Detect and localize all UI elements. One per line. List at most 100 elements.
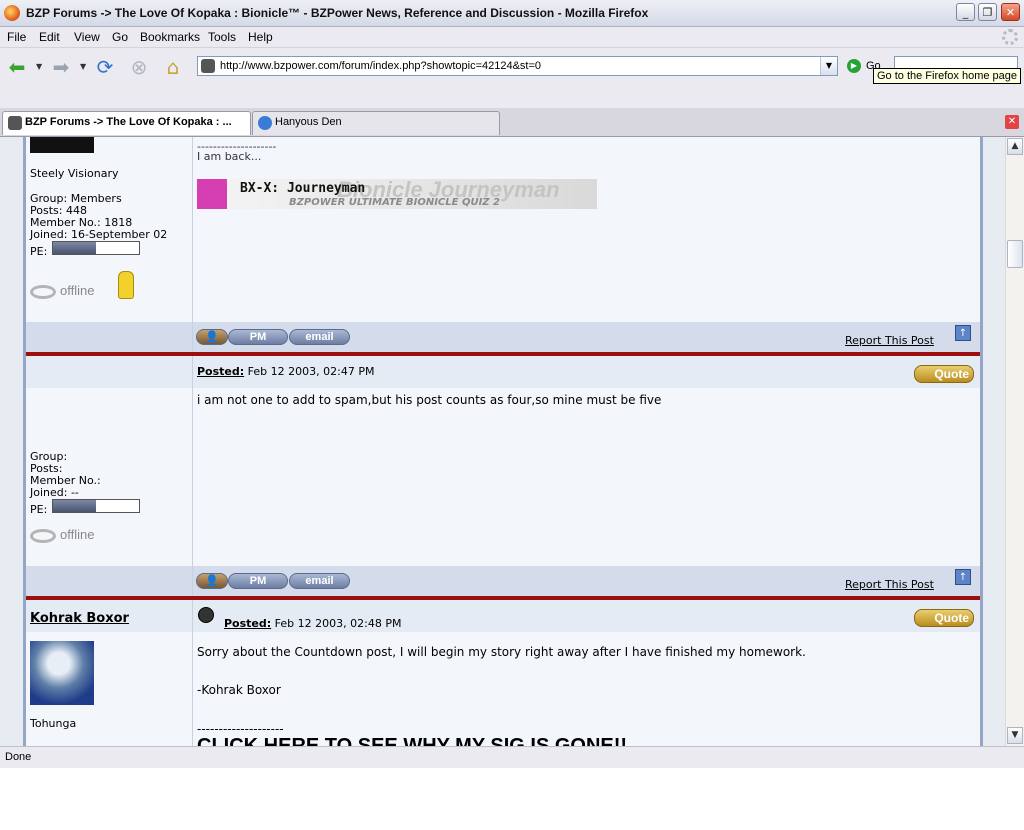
forward-dropdown-icon[interactable]: ▼	[80, 62, 86, 71]
page-viewport: Steely Visionary Group: Members Posts: 4…	[0, 137, 1005, 746]
posted-date: Feb 12 2003, 02:47 PM	[247, 365, 375, 378]
menu-help[interactable]: Help	[248, 30, 273, 44]
email-button[interactable]: email	[289, 329, 350, 345]
post-2-userinfo: Group: Posts: Member No.: Joined: -- PE:…	[26, 388, 193, 566]
sig-text: I am back...	[197, 150, 262, 163]
close-window-button[interactable]: ✕	[1001, 3, 1020, 21]
menu-tools[interactable]: Tools	[208, 30, 236, 44]
menu-go[interactable]: Go	[112, 30, 128, 44]
quiz-banner[interactable]: Bionicle Journeyman BX-X: Journeyman BZP…	[197, 179, 597, 209]
email-button[interactable]: email	[289, 573, 350, 589]
report-post-link[interactable]: Report This Post	[845, 578, 934, 591]
scroll-top-icon[interactable]: ↑	[955, 569, 971, 585]
banner-title: BX-X: Journeyman	[240, 181, 366, 196]
url-dropdown-icon[interactable]: ▼	[820, 57, 837, 75]
window-title: BZP Forums -> The Love Of Kopaka : Bioni…	[26, 6, 649, 20]
reload-icon[interactable]: ⟳	[92, 54, 118, 80]
info-icon	[258, 116, 272, 130]
back-arrow-icon[interactable]: ⬅	[4, 54, 30, 80]
bzp-favicon-icon	[8, 116, 22, 130]
status-bar: Done	[0, 746, 1024, 768]
posted-date: Feb 12 2003, 02:48 PM	[274, 617, 402, 630]
offline-status: offline	[30, 283, 94, 299]
vertical-scrollbar[interactable]: ▲ ▼	[1005, 137, 1024, 746]
post-2-header: Posted: Feb 12 2003, 02:47 PM Quote	[26, 356, 980, 388]
member-joined: Joined: 16-September 02	[30, 228, 168, 241]
member-joined: Joined: --	[30, 486, 79, 499]
action-row-spacer	[26, 322, 193, 352]
menu-bar: File Edit View Go Bookmarks Tools Help	[0, 27, 1024, 48]
posted-label: Posted:	[224, 617, 272, 630]
maximize-button[interactable]: ❐	[978, 3, 997, 21]
avatar[interactable]	[30, 641, 94, 705]
status-text: Done	[5, 751, 32, 763]
post-3-header: Kohrak Boxor Posted: Feb 12 2003, 02:48 …	[26, 600, 980, 632]
profile-button[interactable]: 👤	[196, 329, 228, 345]
pm-button[interactable]: PM	[228, 573, 288, 589]
quote-button[interactable]: Quote	[914, 609, 974, 627]
tab-label: BZP Forums -> The Love Of Kopaka : ...	[25, 116, 232, 128]
forward-arrow-icon[interactable]: ➡	[48, 54, 74, 80]
offline-icon	[30, 284, 56, 299]
menu-file[interactable]: File	[7, 30, 26, 44]
throbber-icon	[1002, 29, 1018, 45]
page-left-frame	[0, 137, 26, 746]
banner-subtitle: BZPOWER ULTIMATE BIONICLE QUIZ 2	[289, 197, 500, 208]
post-date: Posted: Feb 12 2003, 02:48 PM	[224, 617, 401, 630]
home-tooltip: Go to the Firefox home page	[873, 68, 1022, 84]
window-titlebar: BZP Forums -> The Love Of Kopaka : Bioni…	[0, 0, 1024, 27]
offline-icon	[30, 528, 56, 543]
url-text: http://www.bzpower.com/forum/index.php?s…	[220, 60, 542, 72]
close-tab-icon[interactable]: ✕	[1005, 115, 1019, 129]
author-name[interactable]: Kohrak Boxor	[30, 611, 129, 626]
page-right-frame	[980, 137, 1005, 746]
back-dropdown-icon[interactable]: ▼	[36, 62, 42, 71]
menu-view[interactable]: View	[74, 30, 100, 44]
scroll-top-icon[interactable]: ↑	[955, 325, 971, 341]
scroll-up-icon[interactable]: ▲	[1007, 138, 1023, 155]
online-status-icon	[198, 607, 214, 623]
pe-bar-fill	[53, 242, 96, 254]
minimize-button[interactable]: _	[956, 3, 975, 21]
offline-label: offline	[60, 527, 95, 542]
offline-label: offline	[60, 283, 95, 298]
offline-status: offline	[30, 527, 94, 543]
tab-bar: BZP Forums -> The Love Of Kopaka : ... H…	[0, 108, 1024, 137]
sig-link[interactable]: CLICK HERE TO SEE WHY MY SIG IS GONE!!	[197, 735, 627, 746]
post-1-userinfo: Steely Visionary Group: Members Posts: 4…	[26, 137, 193, 322]
pe-label: PE:	[30, 245, 48, 258]
pe-bar-fill	[53, 500, 96, 512]
go-icon[interactable]: ▶	[847, 59, 861, 73]
firefox-icon	[4, 5, 20, 21]
scroll-down-icon[interactable]: ▼	[1007, 727, 1023, 744]
post-date: Posted: Feb 12 2003, 02:47 PM	[197, 365, 374, 378]
profile-icon: 👤	[205, 331, 219, 343]
pm-button[interactable]: PM	[228, 329, 288, 345]
tab-hanyous-den[interactable]: Hanyous Den	[252, 111, 500, 135]
report-post-link[interactable]: Report This Post	[845, 334, 934, 347]
url-field[interactable]: http://www.bzpower.com/forum/index.php?s…	[197, 56, 838, 76]
sig-separator: --------------------	[197, 722, 284, 736]
post-1-actions: 👤 PM email Report This Post ↑	[26, 322, 980, 352]
site-favicon-icon	[201, 59, 215, 73]
pe-label: PE:	[30, 503, 48, 516]
stop-icon[interactable]: ⊗	[126, 54, 152, 80]
pe-bar	[52, 499, 140, 513]
scroll-thumb[interactable]	[1007, 240, 1023, 268]
home-icon[interactable]: ⌂	[160, 54, 186, 80]
quote-button[interactable]: Quote	[914, 365, 974, 383]
avatar	[30, 137, 94, 153]
profile-button[interactable]: 👤	[196, 573, 228, 589]
bookmarks-toolbar	[0, 84, 1024, 109]
banner-emblem-icon	[197, 179, 227, 209]
pe-bar	[52, 241, 140, 255]
menu-bookmarks[interactable]: Bookmarks	[140, 30, 200, 44]
tab-bzp-forums[interactable]: BZP Forums -> The Love Of Kopaka : ...	[2, 111, 251, 135]
post-body-text: i am not one to add to spam,but his post…	[197, 393, 662, 407]
post-2-actions: 👤 PM email Report This Post ↑	[26, 566, 980, 596]
posted-label: Posted:	[197, 365, 245, 378]
menu-edit[interactable]: Edit	[39, 30, 60, 44]
action-row-spacer	[26, 566, 193, 596]
post-3-userinfo: Tohunga	[26, 632, 193, 746]
member-title: Tohunga	[30, 717, 77, 730]
